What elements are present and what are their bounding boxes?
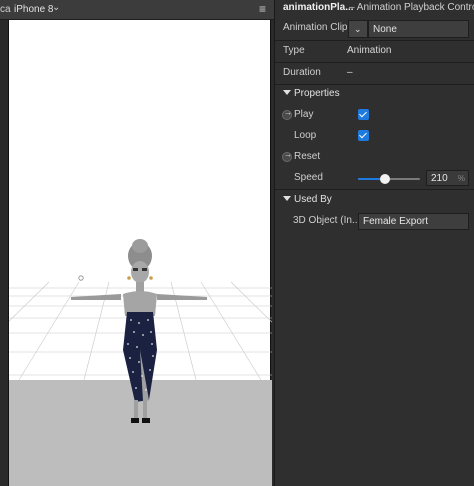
patch-input-arrow-icon[interactable] [282, 108, 292, 120]
used-by-object-field[interactable]: Female Export [358, 213, 469, 230]
duration-label: Duration [283, 67, 321, 78]
animation-clip-label: Animation Clip [283, 22, 348, 33]
animation-clip-row: Animation Clip ⌄ None [275, 18, 474, 39]
loop-label: Loop [294, 130, 317, 141]
truncated-label: ca [0, 4, 11, 15]
speed-input[interactable]: 210 % [426, 170, 469, 186]
chevron-down-icon[interactable]: ⌄ [52, 2, 60, 13]
reset-label: Reset [294, 151, 321, 162]
speed-row: Speed 210 % [275, 168, 474, 189]
used-by-object-row: 3D Object (In... Female Export [275, 211, 474, 232]
disclosure-triangle-icon[interactable] [283, 196, 291, 201]
properties-section-header[interactable]: Properties [275, 84, 474, 105]
device-preview-frame[interactable] [8, 20, 272, 486]
loop-checkbox[interactable] [358, 130, 369, 141]
viewport-toolbar: ca iPhone 8 ⌄ ≡ [0, 0, 274, 20]
hamburger-menu-icon[interactable]: ≡ [259, 2, 266, 16]
play-label: Play [294, 109, 314, 120]
chevron-down-icon: ⌄ [354, 24, 362, 34]
speed-slider-knob[interactable] [379, 174, 390, 184]
inspector-header: animationPla... – Animation Playback Con… [275, 0, 474, 16]
reset-row: Reset [275, 147, 474, 168]
properties-section-label: Properties [294, 88, 340, 99]
speed-label: Speed [294, 172, 323, 183]
object-type-subtitle: – Animation Playback Controller [349, 2, 474, 13]
type-value: Animation [347, 45, 392, 56]
type-row: Type Animation [275, 41, 474, 62]
object-name: animationPla... [283, 2, 354, 13]
scene-viewport[interactable]: ca iPhone 8 ⌄ ≡ [0, 0, 274, 486]
play-checkbox[interactable] [358, 109, 369, 120]
play-row: Play [275, 105, 474, 126]
disclosure-triangle-icon[interactable] [283, 90, 291, 95]
type-label: Type [283, 45, 305, 56]
used-by-section-header[interactable]: Used By [275, 190, 474, 211]
used-by-object-label: 3D Object (In... [293, 215, 361, 226]
scene-render [9, 239, 272, 486]
used-by-object-value: Female Export [363, 216, 429, 227]
animation-clip-select[interactable]: None [368, 20, 469, 38]
device-selector[interactable]: iPhone 8 [14, 4, 53, 15]
loop-row: Loop [275, 126, 474, 147]
speed-unit: % [457, 174, 465, 183]
duration-value: – [347, 67, 353, 78]
inspector-panel: animationPla... – Animation Playback Con… [274, 0, 474, 486]
animation-clip-dropdown-button[interactable]: ⌄ [348, 20, 368, 38]
animation-clip-value: None [373, 24, 397, 35]
used-by-section-label: Used By [294, 194, 332, 205]
duration-row: Duration – [275, 63, 474, 84]
speed-value: 210 [431, 173, 448, 184]
patch-input-arrow-icon[interactable] [282, 150, 292, 162]
